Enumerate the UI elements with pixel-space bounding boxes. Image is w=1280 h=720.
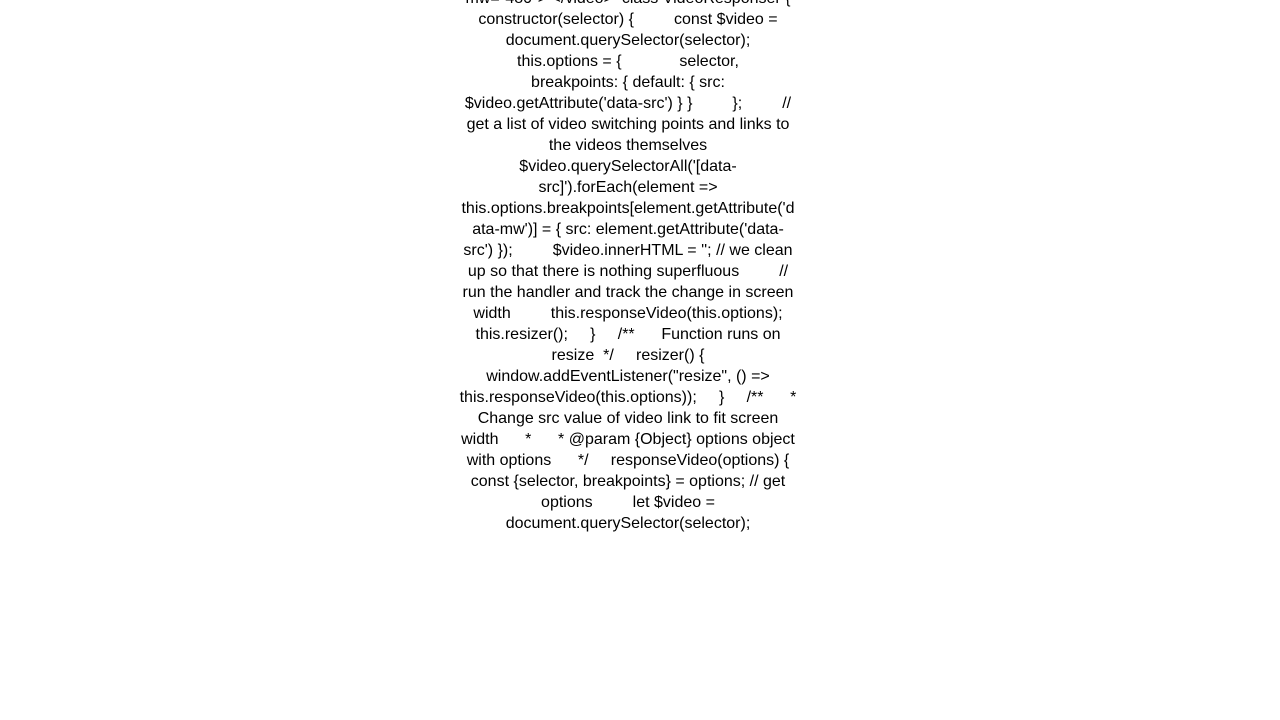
page-viewport: mw="480"> </video> class VideoResponser …: [0, 0, 1280, 720]
code-text-block: mw="480"> </video> class VideoResponser …: [459, 0, 797, 532]
